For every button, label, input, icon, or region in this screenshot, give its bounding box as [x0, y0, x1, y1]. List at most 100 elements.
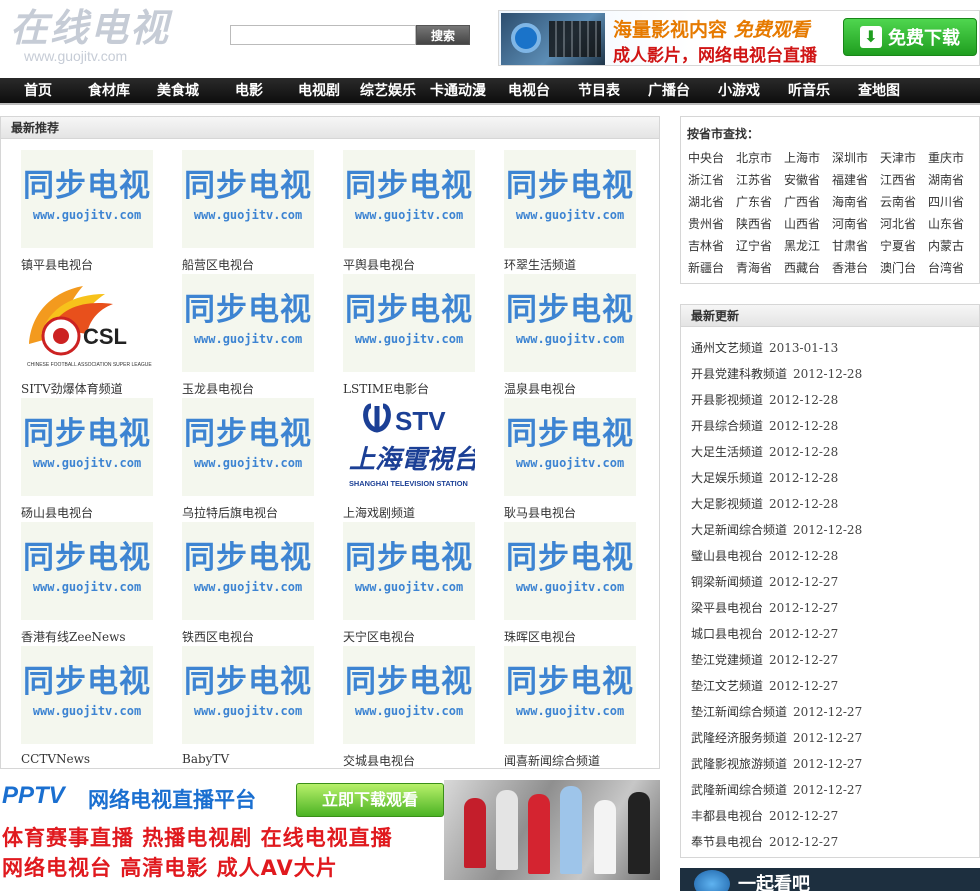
channel-name[interactable]: 玉龙县电视台 — [182, 380, 342, 397]
site-logo[interactable]: 在线电视 www.guojitv.com — [10, 6, 180, 65]
update-channel-link[interactable]: 大足影视频道 — [691, 497, 763, 511]
channel-name[interactable]: 珠晖区电视台 — [504, 628, 664, 645]
province-link[interactable]: 陕西省 — [736, 215, 772, 232]
update-channel-link[interactable]: 开县综合频道 — [691, 419, 763, 433]
update-channel-link[interactable]: 梁平县电视台 — [691, 601, 763, 615]
update-channel-link[interactable]: 武隆影视旅游频道 — [691, 757, 787, 771]
province-link[interactable]: 甘肃省 — [832, 237, 868, 254]
nav-item-radio[interactable]: 广播台 — [648, 78, 690, 105]
province-link[interactable]: 广东省 — [736, 193, 772, 210]
nav-item-tv-stations[interactable]: 电视台 — [508, 78, 550, 105]
nav-item-tv-series[interactable]: 电视剧 — [298, 78, 340, 105]
search-button[interactable]: 搜索 — [416, 25, 470, 45]
province-link[interactable]: 贵州省 — [688, 215, 724, 232]
province-link[interactable]: 澳门台 — [880, 259, 916, 276]
nav-item-maps[interactable]: 查地图 — [858, 78, 900, 105]
update-channel-link[interactable]: 通州文艺频道 — [691, 341, 763, 355]
channel-tile[interactable]: 同步电视 www.guojitv.com 香港有线ZeeNews — [21, 522, 161, 644]
province-link[interactable]: 河北省 — [880, 215, 916, 232]
channel-tile[interactable]: 同步电视 www.guojitv.com 平舆县电视台 — [343, 150, 483, 272]
channel-name[interactable]: 平舆县电视台 — [343, 256, 503, 273]
download-watch-button[interactable]: 立即下载观看 — [296, 783, 444, 817]
update-channel-link[interactable]: 铜梁新闻频道 — [691, 575, 763, 589]
update-channel-link[interactable]: 垫江文艺频道 — [691, 679, 763, 693]
province-link[interactable]: 台湾省 — [928, 259, 964, 276]
channel-tile[interactable]: 同步电视 www.guojitv.com 乌拉特后旗电视台 — [182, 398, 322, 520]
channel-name[interactable]: LSTIME电影台 — [343, 380, 503, 397]
channel-tile[interactable]: 同步电视 www.guojitv.com 闻喜新闻综合频道 — [504, 646, 644, 768]
province-link[interactable]: 云南省 — [880, 193, 916, 210]
update-channel-link[interactable]: 开县影视频道 — [691, 393, 763, 407]
channel-tile[interactable]: 同步电视 www.guojitv.com 砀山县电视台 — [21, 398, 161, 520]
channel-tile[interactable]: 同步电视 www.guojitv.com 耿马县电视台 — [504, 398, 644, 520]
nav-item-games[interactable]: 小游戏 — [718, 78, 760, 105]
update-channel-link[interactable]: 大足娱乐频道 — [691, 471, 763, 485]
channel-name[interactable]: 交城县电视台 — [343, 752, 503, 769]
channel-tile[interactable]: 同步电视 www.guojitv.com 镇平县电视台 — [21, 150, 161, 272]
province-link[interactable]: 辽宁省 — [736, 237, 772, 254]
channel-name[interactable]: CCTVNews — [21, 752, 181, 766]
update-channel-link[interactable]: 大足新闻综合频道 — [691, 523, 787, 537]
province-link[interactable]: 青海省 — [736, 259, 772, 276]
nav-item-music[interactable]: 听音乐 — [788, 78, 830, 105]
channel-tile[interactable]: 同步电视 www.guojitv.com 环翠生活频道 — [504, 150, 644, 272]
channel-name[interactable]: 砀山县电视台 — [21, 504, 181, 521]
province-link[interactable]: 福建省 — [832, 171, 868, 188]
channel-tile[interactable]: 同步电视 www.guojitv.com LSTIME电影台 — [343, 274, 483, 396]
update-channel-link[interactable]: 大足生活频道 — [691, 445, 763, 459]
channel-tile[interactable]: CSL CHINESE FOOTBALL ASSOCIATION SUPER LE… — [21, 274, 161, 396]
province-link[interactable]: 海南省 — [832, 193, 868, 210]
channel-name[interactable]: 船营区电视台 — [182, 256, 342, 273]
province-link[interactable]: 江苏省 — [736, 171, 772, 188]
nav-item-food-city[interactable]: 美食城 — [157, 78, 199, 105]
update-channel-link[interactable]: 璧山县电视台 — [691, 549, 763, 563]
channel-tile[interactable]: 同步电视 www.guojitv.com CCTVNews — [21, 646, 161, 768]
nav-item-schedule[interactable]: 节目表 — [578, 78, 620, 105]
channel-name[interactable]: 环翠生活频道 — [504, 256, 664, 273]
nav-item-home[interactable]: 首页 — [24, 78, 52, 105]
free-download-button[interactable]: ⬇ 免费下载 — [843, 18, 977, 56]
province-link[interactable]: 江西省 — [880, 171, 916, 188]
nav-item-cartoons[interactable]: 卡通动漫 — [430, 78, 486, 105]
province-link[interactable]: 中央台 — [688, 149, 724, 166]
province-link[interactable]: 山西省 — [784, 215, 820, 232]
nav-item-movies[interactable]: 电影 — [235, 78, 263, 105]
nav-item-ingredients[interactable]: 食材库 — [88, 78, 130, 105]
channel-name[interactable]: SITV劲爆体育频道 — [21, 380, 181, 397]
province-link[interactable]: 山东省 — [928, 215, 964, 232]
channel-tile[interactable]: 同步电视 www.guojitv.com 珠晖区电视台 — [504, 522, 644, 644]
channel-tile[interactable]: 同步电视 www.guojitv.com 交城县电视台 — [343, 646, 483, 768]
pptv-ad-banner[interactable]: PPTV 网络电视直播平台 立即下载观看 体育赛事直播 热播电视剧 在线电视直播… — [0, 780, 660, 880]
update-channel-link[interactable]: 城口县电视台 — [691, 627, 763, 641]
update-channel-link[interactable]: 丰都县电视台 — [691, 809, 763, 823]
search-input[interactable] — [230, 25, 416, 45]
province-link[interactable]: 广西省 — [784, 193, 820, 210]
update-channel-link[interactable]: 奉节县电视台 — [691, 835, 763, 849]
province-link[interactable]: 上海市 — [784, 149, 820, 166]
update-channel-link[interactable]: 垫江新闻综合频道 — [691, 705, 787, 719]
channel-name[interactable]: 天宁区电视台 — [343, 628, 503, 645]
province-link[interactable]: 河南省 — [832, 215, 868, 232]
channel-name[interactable]: 温泉县电视台 — [504, 380, 664, 397]
province-link[interactable]: 内蒙古 — [928, 237, 964, 254]
channel-name[interactable]: 香港有线ZeeNews — [21, 628, 181, 645]
province-link[interactable]: 浙江省 — [688, 171, 724, 188]
update-channel-link[interactable]: 武隆经济服务频道 — [691, 731, 787, 745]
province-link[interactable]: 湖北省 — [688, 193, 724, 210]
province-link[interactable]: 湖南省 — [928, 171, 964, 188]
channel-name[interactable]: 乌拉特后旗电视台 — [182, 504, 342, 521]
channel-tile[interactable]: 同步电视 www.guojitv.com 船营区电视台 — [182, 150, 322, 272]
channel-tile[interactable]: 同步电视 www.guojitv.com 温泉县电视台 — [504, 274, 644, 396]
channel-tile[interactable]: 同步电视 www.guojitv.com BabyTV — [182, 646, 322, 768]
update-channel-link[interactable]: 开县党建科教频道 — [691, 367, 787, 381]
channel-name[interactable]: BabyTV — [182, 752, 342, 766]
channel-tile[interactable]: 同步电视 www.guojitv.com 天宁区电视台 — [343, 522, 483, 644]
province-link[interactable]: 天津市 — [880, 149, 916, 166]
province-link[interactable]: 宁夏省 — [880, 237, 916, 254]
channel-name[interactable]: 镇平县电视台 — [21, 256, 181, 273]
province-link[interactable]: 新疆台 — [688, 259, 724, 276]
province-link[interactable]: 重庆市 — [928, 149, 964, 166]
channel-tile[interactable]: STV 上海電視台 SHANGHAI TELEVISION STATION 上海戏剧频… — [343, 398, 483, 520]
province-link[interactable]: 黑龙江 — [784, 237, 820, 254]
update-channel-link[interactable]: 垫江党建频道 — [691, 653, 763, 667]
